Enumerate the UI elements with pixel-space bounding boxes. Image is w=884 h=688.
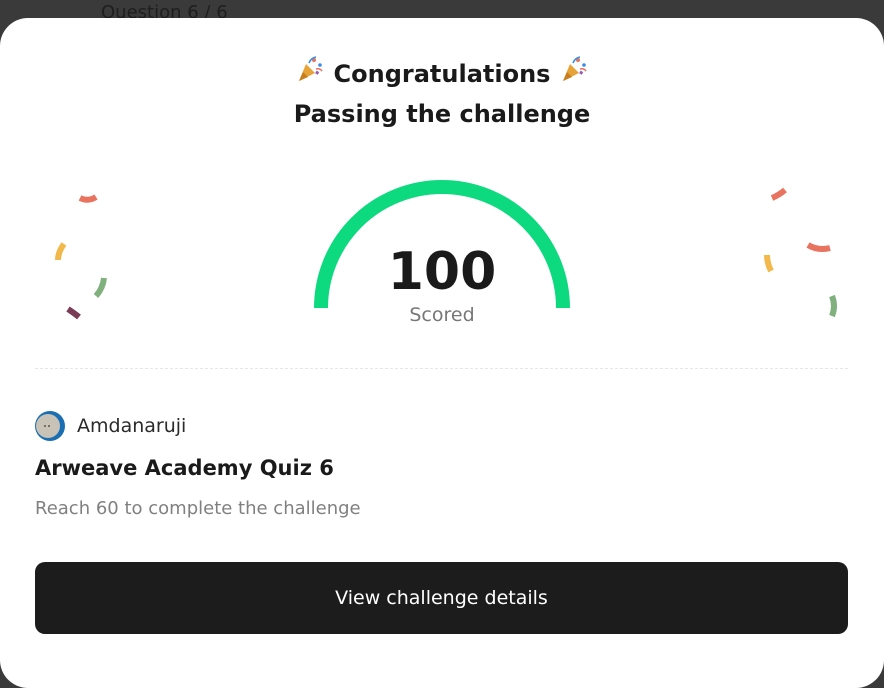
divider [35, 368, 848, 369]
score-label: Scored [409, 304, 475, 326]
score-value: 100 [387, 242, 497, 302]
author-row: Amdanaruji [35, 410, 186, 442]
avatar [35, 411, 65, 441]
view-challenge-details-button[interactable]: View challenge details [35, 562, 848, 634]
pass-requirement: Reach 60 to complete the challenge [35, 498, 361, 519]
author-name: Amdanaruji [77, 415, 187, 437]
congratulations-modal: Congratulations Passing the challenge 10… [0, 18, 884, 688]
quiz-title: Arweave Academy Quiz 6 [35, 456, 334, 480]
